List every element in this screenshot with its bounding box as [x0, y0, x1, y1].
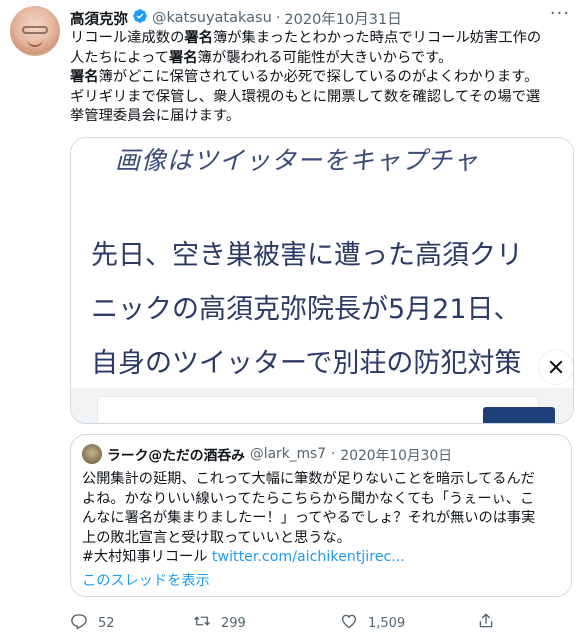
author-handle[interactable]: @katsuyatakasu — [152, 10, 272, 26]
media-text-line: 先日、空き巣被害に遭った高須クリ — [91, 240, 523, 271]
avatar-glasses — [22, 26, 48, 34]
quoted-tweet-text: 公開集計の延期、これって大幅に筆数が足りないことを暗示してるんだ よね。かなりい… — [82, 470, 562, 568]
media-card-button — [483, 407, 555, 423]
media-text-line: ニックの高須克弥院長が5月21日、 — [91, 294, 521, 325]
heart-icon — [340, 612, 358, 634]
tweet-text-segment: リコール達成数の — [70, 30, 185, 46]
quoted-tweet-date: 2020年10月30日 — [340, 448, 453, 464]
media-caption-line: 画像はツイッターをキャプチャ — [115, 146, 479, 175]
tweet-text-highlight: 署名 — [70, 69, 99, 85]
like-count: 1,509 — [368, 615, 406, 631]
retweet-icon — [193, 612, 211, 634]
quoted-header-separator: · — [331, 446, 336, 462]
like-button[interactable]: 1,509 — [340, 612, 405, 634]
header-separator: · — [275, 10, 281, 26]
tweet-text-segment: 簿がどこに保管されているか必死で探しているのがよくわかります。 ギリギリまで保管… — [70, 69, 541, 124]
retweet-button[interactable]: 299 — [193, 612, 246, 634]
quoted-tweet-header: ラーク@ただの酒呑み @lark_ms7 · 2020年10月30日 — [82, 444, 452, 464]
more-options-icon[interactable]: ··· — [548, 5, 572, 26]
share-icon — [477, 612, 495, 634]
verified-badge-icon — [132, 8, 148, 28]
tweet-text: リコール達成数の署名簿が集まったとわかった時点でリコール妨害工作の 人たちによっ… — [70, 29, 570, 127]
share-button[interactable] — [477, 612, 495, 634]
avatar-smile — [27, 37, 43, 47]
reply-button[interactable]: 52 — [70, 612, 115, 634]
quoted-author-avatar — [82, 444, 102, 464]
tweet-text-highlight: 署名 — [168, 49, 198, 66]
tweet-header: 高須克弥 @katsuyatakasu · 2020年10月31日 — [70, 7, 402, 29]
media-text-line: 自身のツイッターで別荘の防犯対策 — [91, 348, 522, 379]
reply-icon — [70, 612, 88, 634]
tweet-text-segment: 簿が襲われる可能性が大きいからです。 — [197, 49, 453, 66]
quoted-tweet-link[interactable]: twitter.com/aichikentjirec... — [212, 549, 405, 565]
quoted-author-handle: @lark_ms7 — [249, 446, 327, 462]
tweet-actions: 52 299 1,509 — [70, 612, 572, 634]
reply-count: 52 — [98, 615, 115, 631]
tweet-media[interactable]: 画像はツイッターをキャプチャ 先日、空き巣被害に遭った高須クリ ニックの高須克弥… — [70, 137, 574, 424]
quoted-author-name: ラーク@ただの酒呑み — [107, 448, 245, 464]
tweet-text-highlight: 署名 — [184, 30, 213, 46]
media-image: 画像はツイッターをキャプチャ 先日、空き巣被害に遭った高須クリ ニックの高須克弥… — [71, 138, 573, 400]
tweet-date[interactable]: 2020年10月31日 — [284, 8, 401, 29]
show-thread-link[interactable]: このスレッドを表示 — [82, 570, 210, 590]
media-embedded-card — [97, 396, 555, 423]
close-icon[interactable] — [539, 350, 573, 384]
quoted-tweet[interactable]: ラーク@ただの酒呑み @lark_ms7 · 2020年10月30日 公開集計の… — [70, 434, 572, 597]
author-avatar[interactable] — [10, 6, 60, 56]
author-name[interactable]: 高須克弥 — [70, 8, 128, 29]
retweet-count: 299 — [221, 615, 246, 631]
